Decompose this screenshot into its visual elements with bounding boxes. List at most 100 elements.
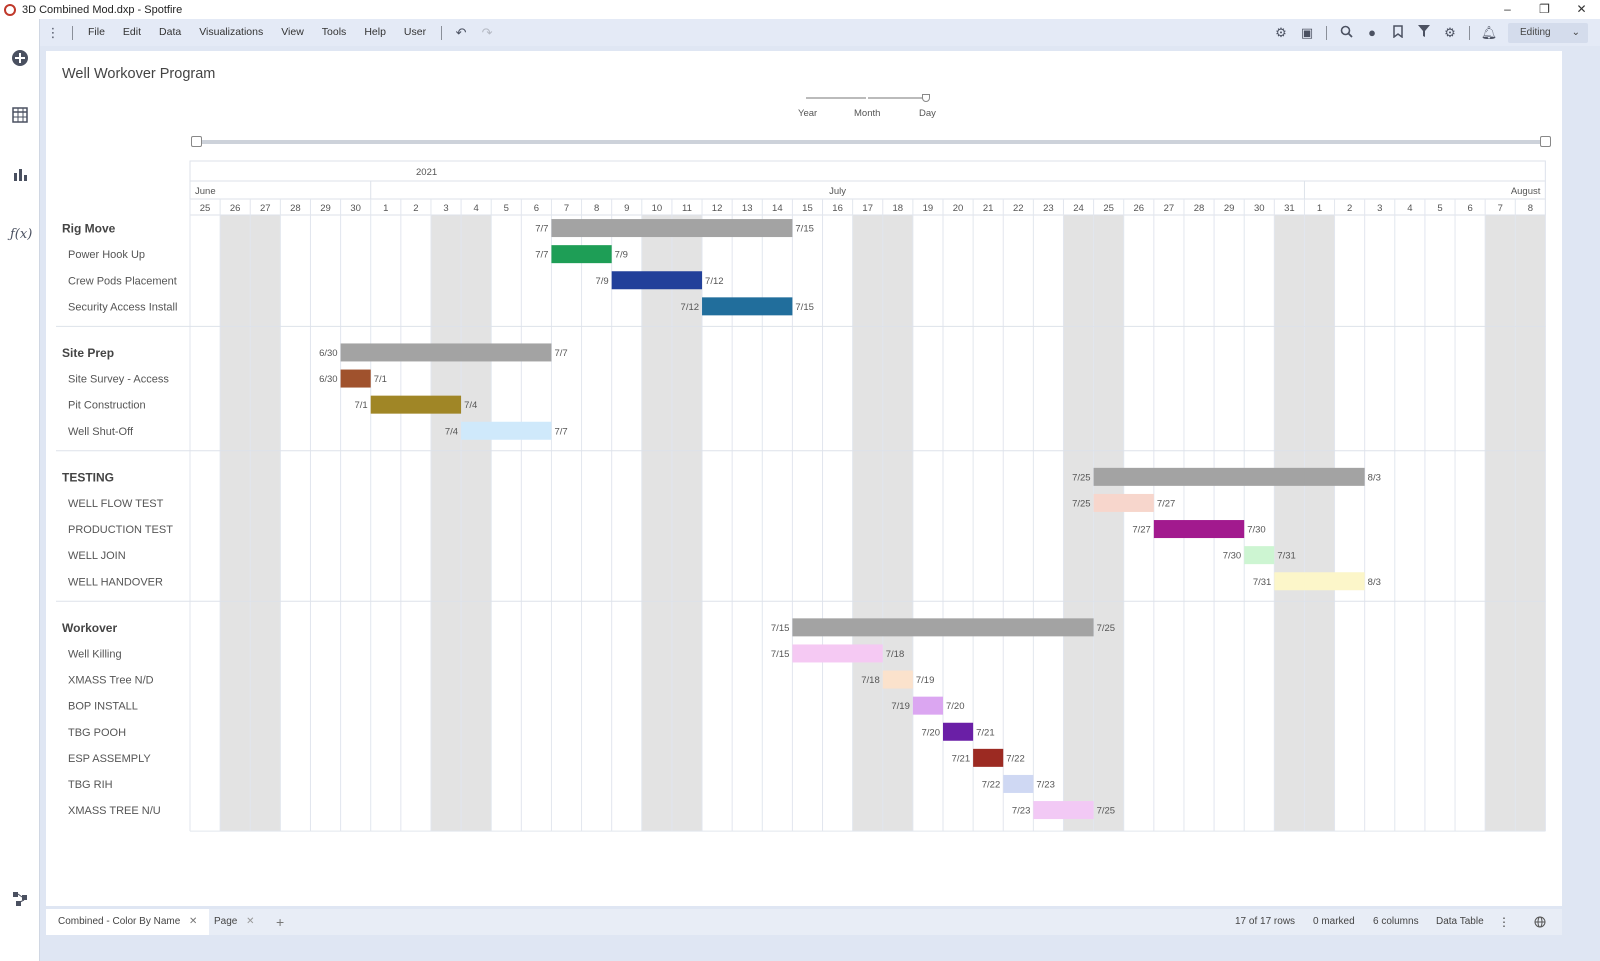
menu-view[interactable]: View [272,19,313,46]
task-bar[interactable] [370,395,462,414]
bar-end-label: 7/25 [1097,623,1116,634]
task-bar[interactable] [702,297,793,316]
task-bar[interactable] [1033,801,1094,820]
menu-edit[interactable]: Edit [114,19,150,46]
maximize-button[interactable]: ❐ [1526,0,1563,19]
day-tick-label: 26 [230,203,241,214]
task-bar[interactable] [1003,774,1034,793]
data-table-icon[interactable] [10,107,30,127]
menu-help[interactable]: Help [355,19,395,46]
visualization-types-icon[interactable] [10,166,30,186]
menu-user[interactable]: User [395,19,435,46]
notifications-bell-icon[interactable]: 🔔︎ [1476,25,1502,41]
close-tab-icon[interactable]: ✕ [189,916,197,927]
bar-start-label: 7/30 [1223,551,1242,562]
zoom-label-day[interactable]: Day [919,108,936,119]
status-bar: Combined - Color By Name ✕ Page ✕ + 17 o… [46,909,1562,935]
task-label: TBG RIH [68,779,113,791]
range-start-handle[interactable] [191,136,202,147]
extensions-icon[interactable]: ▣ [1294,25,1320,41]
task-bar[interactable] [1153,520,1245,539]
zoom-handle[interactable] [922,94,930,102]
bar-end-label: 7/22 [1006,753,1025,764]
globe-icon[interactable] [1534,909,1546,939]
bookmark-icon[interactable] [1385,24,1411,41]
bar-start-label: 7/7 [535,224,548,235]
settings-cog-icon[interactable]: ⚙ [1268,25,1294,41]
weekend-column [641,215,672,832]
page-tab-combined[interactable]: Combined - Color By Name ✕ [46,909,210,935]
toolbar-right: ⚙ ▣ ● ⚙ 🔔︎ Editing ⌄ [1268,19,1600,46]
day-tick-label: 12 [712,203,723,214]
task-label: WELL FLOW TEST [68,498,164,510]
group-label: Rig Move [62,222,116,236]
group-summary-bar[interactable] [792,618,1094,637]
chevron-down-icon: ⌄ [1571,26,1580,38]
task-bar[interactable] [882,670,913,689]
task-bar[interactable] [461,421,552,440]
menu-visualizations[interactable]: Visualizations [190,19,272,46]
task-bar[interactable] [1274,572,1365,591]
add-data-icon[interactable] [10,49,30,69]
collaboration-icon[interactable]: ● [1359,25,1385,40]
data-table-selector[interactable]: Data Table [1436,909,1484,935]
task-label: Well Shut-Off [68,426,134,438]
gear-icon[interactable]: ⚙ [1437,25,1463,41]
task-bar[interactable] [611,271,703,290]
day-tick-label: 6 [534,203,539,214]
bar-start-label: 7/31 [1253,577,1272,588]
title-bar: 3D Combined Mod.dxp - Spotfire – ❐ ✕ [0,0,1600,19]
zoom-label-month[interactable]: Month [854,108,880,119]
close-button[interactable]: ✕ [1563,0,1600,19]
weekend-column [1304,215,1335,832]
day-tick-label: 24 [1073,203,1084,214]
task-label: Well Killing [68,648,122,660]
redo-icon[interactable]: ↷ [474,25,500,41]
more-menu-icon[interactable]: ⋮ [40,25,66,41]
bar-start-label: 7/20 [922,727,941,738]
task-label: Power Hook Up [68,249,145,261]
close-tab-icon[interactable]: ✕ [246,916,254,927]
task-bar[interactable] [1244,546,1275,565]
task-bar[interactable] [1093,493,1154,512]
menu-tools[interactable]: Tools [313,19,356,46]
task-label: XMASS Tree N/D [68,675,154,687]
filter-icon[interactable] [1411,25,1437,40]
weekend-column [1274,215,1305,832]
task-bar[interactable] [943,722,974,741]
day-tick-label: 2 [1347,203,1352,214]
group-summary-bar[interactable] [340,343,552,362]
task-label: Site Survey - Access [68,374,169,386]
group-label: Workover [62,621,117,635]
task-label: XMASS TREE N/U [68,805,161,817]
date-range-slider[interactable] [191,136,1551,147]
page-tab-page[interactable]: Page ✕ [202,909,267,935]
day-tick-label: 5 [504,203,509,214]
zoom-level-slider[interactable]: Year Month Day [798,91,946,131]
separator [1469,25,1470,40]
search-icon[interactable] [1333,25,1359,41]
day-tick-label: 5 [1437,203,1442,214]
zoom-label-year[interactable]: Year [798,108,817,119]
task-bar[interactable] [973,748,1004,767]
undo-icon[interactable]: ↶ [448,25,474,41]
task-bar[interactable] [912,696,943,715]
bar-end-label: 7/15 [795,224,814,235]
editing-mode-dropdown[interactable]: Editing ⌄ [1508,22,1588,43]
menu-file[interactable]: File [79,19,114,46]
task-bar[interactable] [792,644,883,663]
group-summary-bar[interactable] [1093,467,1365,486]
task-bar[interactable] [340,369,371,388]
range-end-handle[interactable] [1540,136,1551,147]
task-bar[interactable] [551,245,612,264]
function-icon[interactable]: ƒ(x) [10,225,32,245]
data-flow-icon[interactable] [10,891,30,911]
year-label: 2021 [416,167,437,178]
day-tick-label: 27 [260,203,271,214]
menu-data[interactable]: Data [150,19,190,46]
more-options-icon[interactable]: ⋮ [1498,909,1510,935]
minimize-button[interactable]: – [1489,0,1526,19]
group-summary-bar[interactable] [551,219,793,238]
bar-end-label: 7/4 [464,400,477,411]
add-page-button[interactable]: + [276,909,284,935]
